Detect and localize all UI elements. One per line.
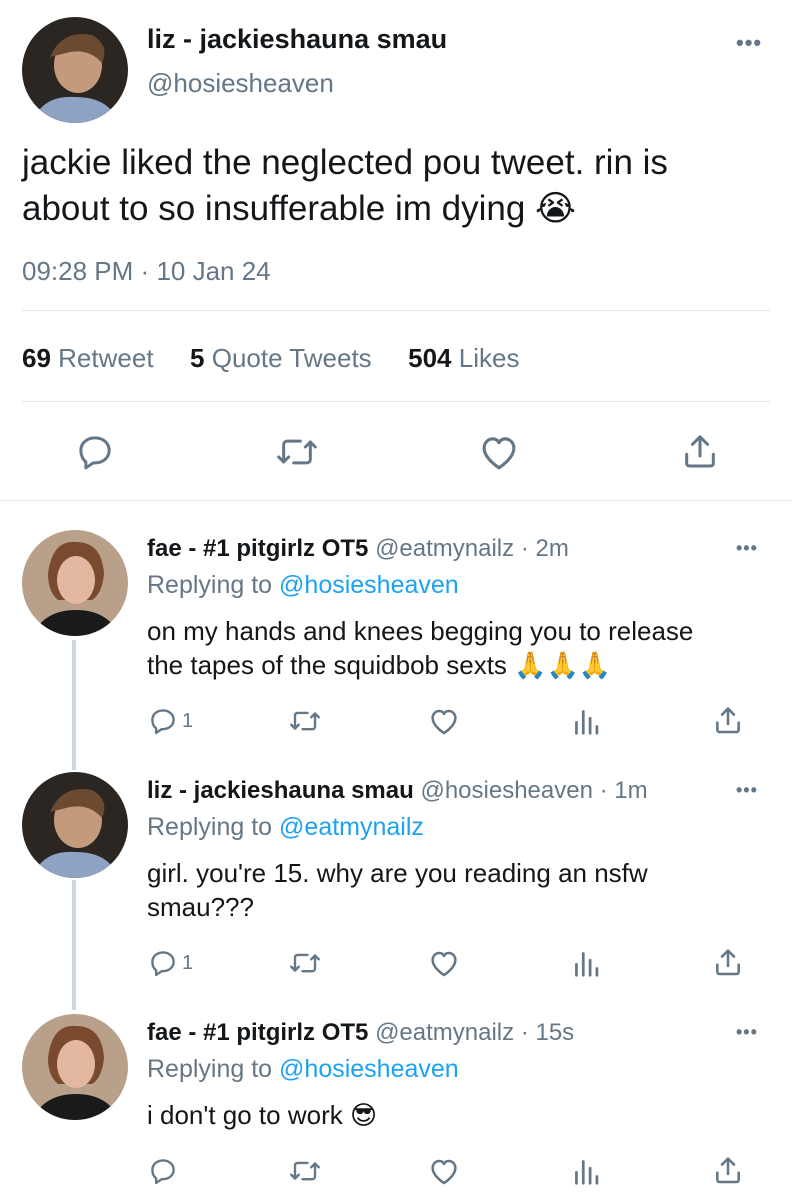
more-options-icon[interactable]: ••• <box>736 1022 758 1043</box>
like-icon[interactable] <box>428 948 460 978</box>
like-icon[interactable] <box>428 1156 460 1186</box>
reply-text-line: smau??? <box>147 892 254 922</box>
reply-icon[interactable] <box>147 948 179 978</box>
share-icon[interactable] <box>712 704 744 736</box>
reply-count: 1 <box>182 710 194 732</box>
share-icon[interactable] <box>712 946 744 978</box>
share-icon[interactable] <box>712 1154 744 1186</box>
replying-to-label: Replying to <box>147 571 273 599</box>
retweets-label: Retweet <box>58 343 154 373</box>
share-icon[interactable] <box>680 430 720 472</box>
reply-header: fae - #1 pitgirlz OT5 @eatmynailz · 15s <box>147 1019 574 1047</box>
praying-hands-emoji: 🙏🙏🙏 <box>514 650 612 680</box>
retweet-icon[interactable] <box>275 432 319 472</box>
reply-text-line: girl. you're 15. why are you reading an … <box>147 858 648 888</box>
reply-icon[interactable] <box>75 432 115 472</box>
replying-to-label: Replying to <box>147 813 273 841</box>
quotes-count: 5 <box>190 343 205 373</box>
analytics-icon[interactable] <box>572 948 600 978</box>
analytics-icon[interactable] <box>572 706 600 736</box>
tweet-text: jackie liked the neglected pou tweet. ri… <box>22 140 742 232</box>
retweets-count: 69 <box>22 343 51 373</box>
reply-text-line: on my hands and knees begging you to rel… <box>147 616 694 646</box>
retweet-icon[interactable] <box>288 1156 322 1186</box>
avatar[interactable] <box>22 1014 128 1120</box>
time-separator: · <box>599 777 608 804</box>
reply-display-name[interactable]: fae - #1 pitgirlz OT5 <box>147 535 368 562</box>
reply-icon[interactable] <box>147 1156 179 1186</box>
reply-handle[interactable]: @eatmynailz <box>375 535 514 562</box>
reply-display-name[interactable]: liz - jackieshauna smau <box>147 777 414 804</box>
reply-handle[interactable]: @hosiesheaven <box>420 777 592 804</box>
reply-text: on my hands and knees begging you to rel… <box>147 614 777 682</box>
reply-text: girl. you're 15. why are you reading an … <box>147 856 777 924</box>
reply-header: liz - jackieshauna smau @hosiesheaven · … <box>147 777 648 805</box>
reply-icon[interactable] <box>147 706 179 736</box>
quote-stat[interactable]: 5 Quote Tweets <box>190 343 379 373</box>
tweet-date: 10 Jan 24 <box>156 256 271 286</box>
reply-text-line: the tapes of the squidbob sexts <box>147 650 507 680</box>
avatar[interactable] <box>22 530 128 636</box>
reply-time[interactable]: 2m <box>535 535 568 562</box>
likes-count: 504 <box>408 343 452 373</box>
divider <box>0 500 792 501</box>
reply-text-line: i don't go to work <box>147 1100 343 1130</box>
reply-time[interactable]: 1m <box>614 777 647 804</box>
crying-emoji: 😭 <box>535 189 576 228</box>
tweet-time: 09:28 PM <box>22 256 134 286</box>
replying-to: Replying to @hosiesheaven <box>147 1055 459 1084</box>
more-options-icon[interactable]: ••• <box>736 538 758 559</box>
thread-line <box>72 640 76 770</box>
author-display-name[interactable]: liz - jackieshauna smau <box>147 24 447 55</box>
more-options-icon[interactable]: ••• <box>736 780 758 801</box>
reply-handle[interactable]: @eatmynailz <box>375 1019 514 1046</box>
time-separator: · <box>520 1019 529 1046</box>
likes-stat[interactable]: 504 Likes <box>408 343 519 373</box>
reply-text: i don't go to work 😎 <box>147 1098 777 1132</box>
thread-line <box>72 880 76 1010</box>
replying-to-handle[interactable]: @hosiesheaven <box>279 571 459 599</box>
reply-display-name[interactable]: fae - #1 pitgirlz OT5 <box>147 1019 368 1046</box>
replying-to-handle[interactable]: @eatmynailz <box>279 813 424 841</box>
timestamp: 09:28 PM · 10 Jan 24 <box>22 256 271 287</box>
more-options-icon[interactable]: ••• <box>736 30 762 56</box>
time-separator: · <box>520 535 529 562</box>
divider <box>22 401 770 402</box>
replying-to: Replying to @hosiesheaven <box>147 571 459 600</box>
tweet-stats: 69 Retweet 5 Quote Tweets 504 Likes <box>22 343 519 374</box>
divider <box>22 310 770 311</box>
avatar[interactable] <box>22 772 128 878</box>
analytics-icon[interactable] <box>572 1156 600 1186</box>
likes-label: Likes <box>458 343 520 373</box>
reply-time[interactable]: 15s <box>535 1019 574 1046</box>
replying-to-handle[interactable]: @hosiesheaven <box>279 1055 459 1083</box>
quotes-label: Quote Tweets <box>211 343 372 373</box>
author-handle[interactable]: @hosiesheaven <box>147 68 334 99</box>
retweet-icon[interactable] <box>288 948 322 978</box>
like-icon[interactable] <box>478 432 520 472</box>
reply-count: 1 <box>182 952 194 974</box>
time-separator: · <box>140 256 150 286</box>
replying-to: Replying to @eatmynailz <box>147 813 424 842</box>
retweet-stat[interactable]: 69 Retweet <box>22 343 161 373</box>
sunglasses-emoji: 😎 <box>349 1100 378 1130</box>
replying-to-label: Replying to <box>147 1055 273 1083</box>
reply-header: fae - #1 pitgirlz OT5 @eatmynailz · 2m <box>147 535 569 563</box>
retweet-icon[interactable] <box>288 706 322 736</box>
like-icon[interactable] <box>428 706 460 736</box>
avatar[interactable] <box>22 17 128 123</box>
